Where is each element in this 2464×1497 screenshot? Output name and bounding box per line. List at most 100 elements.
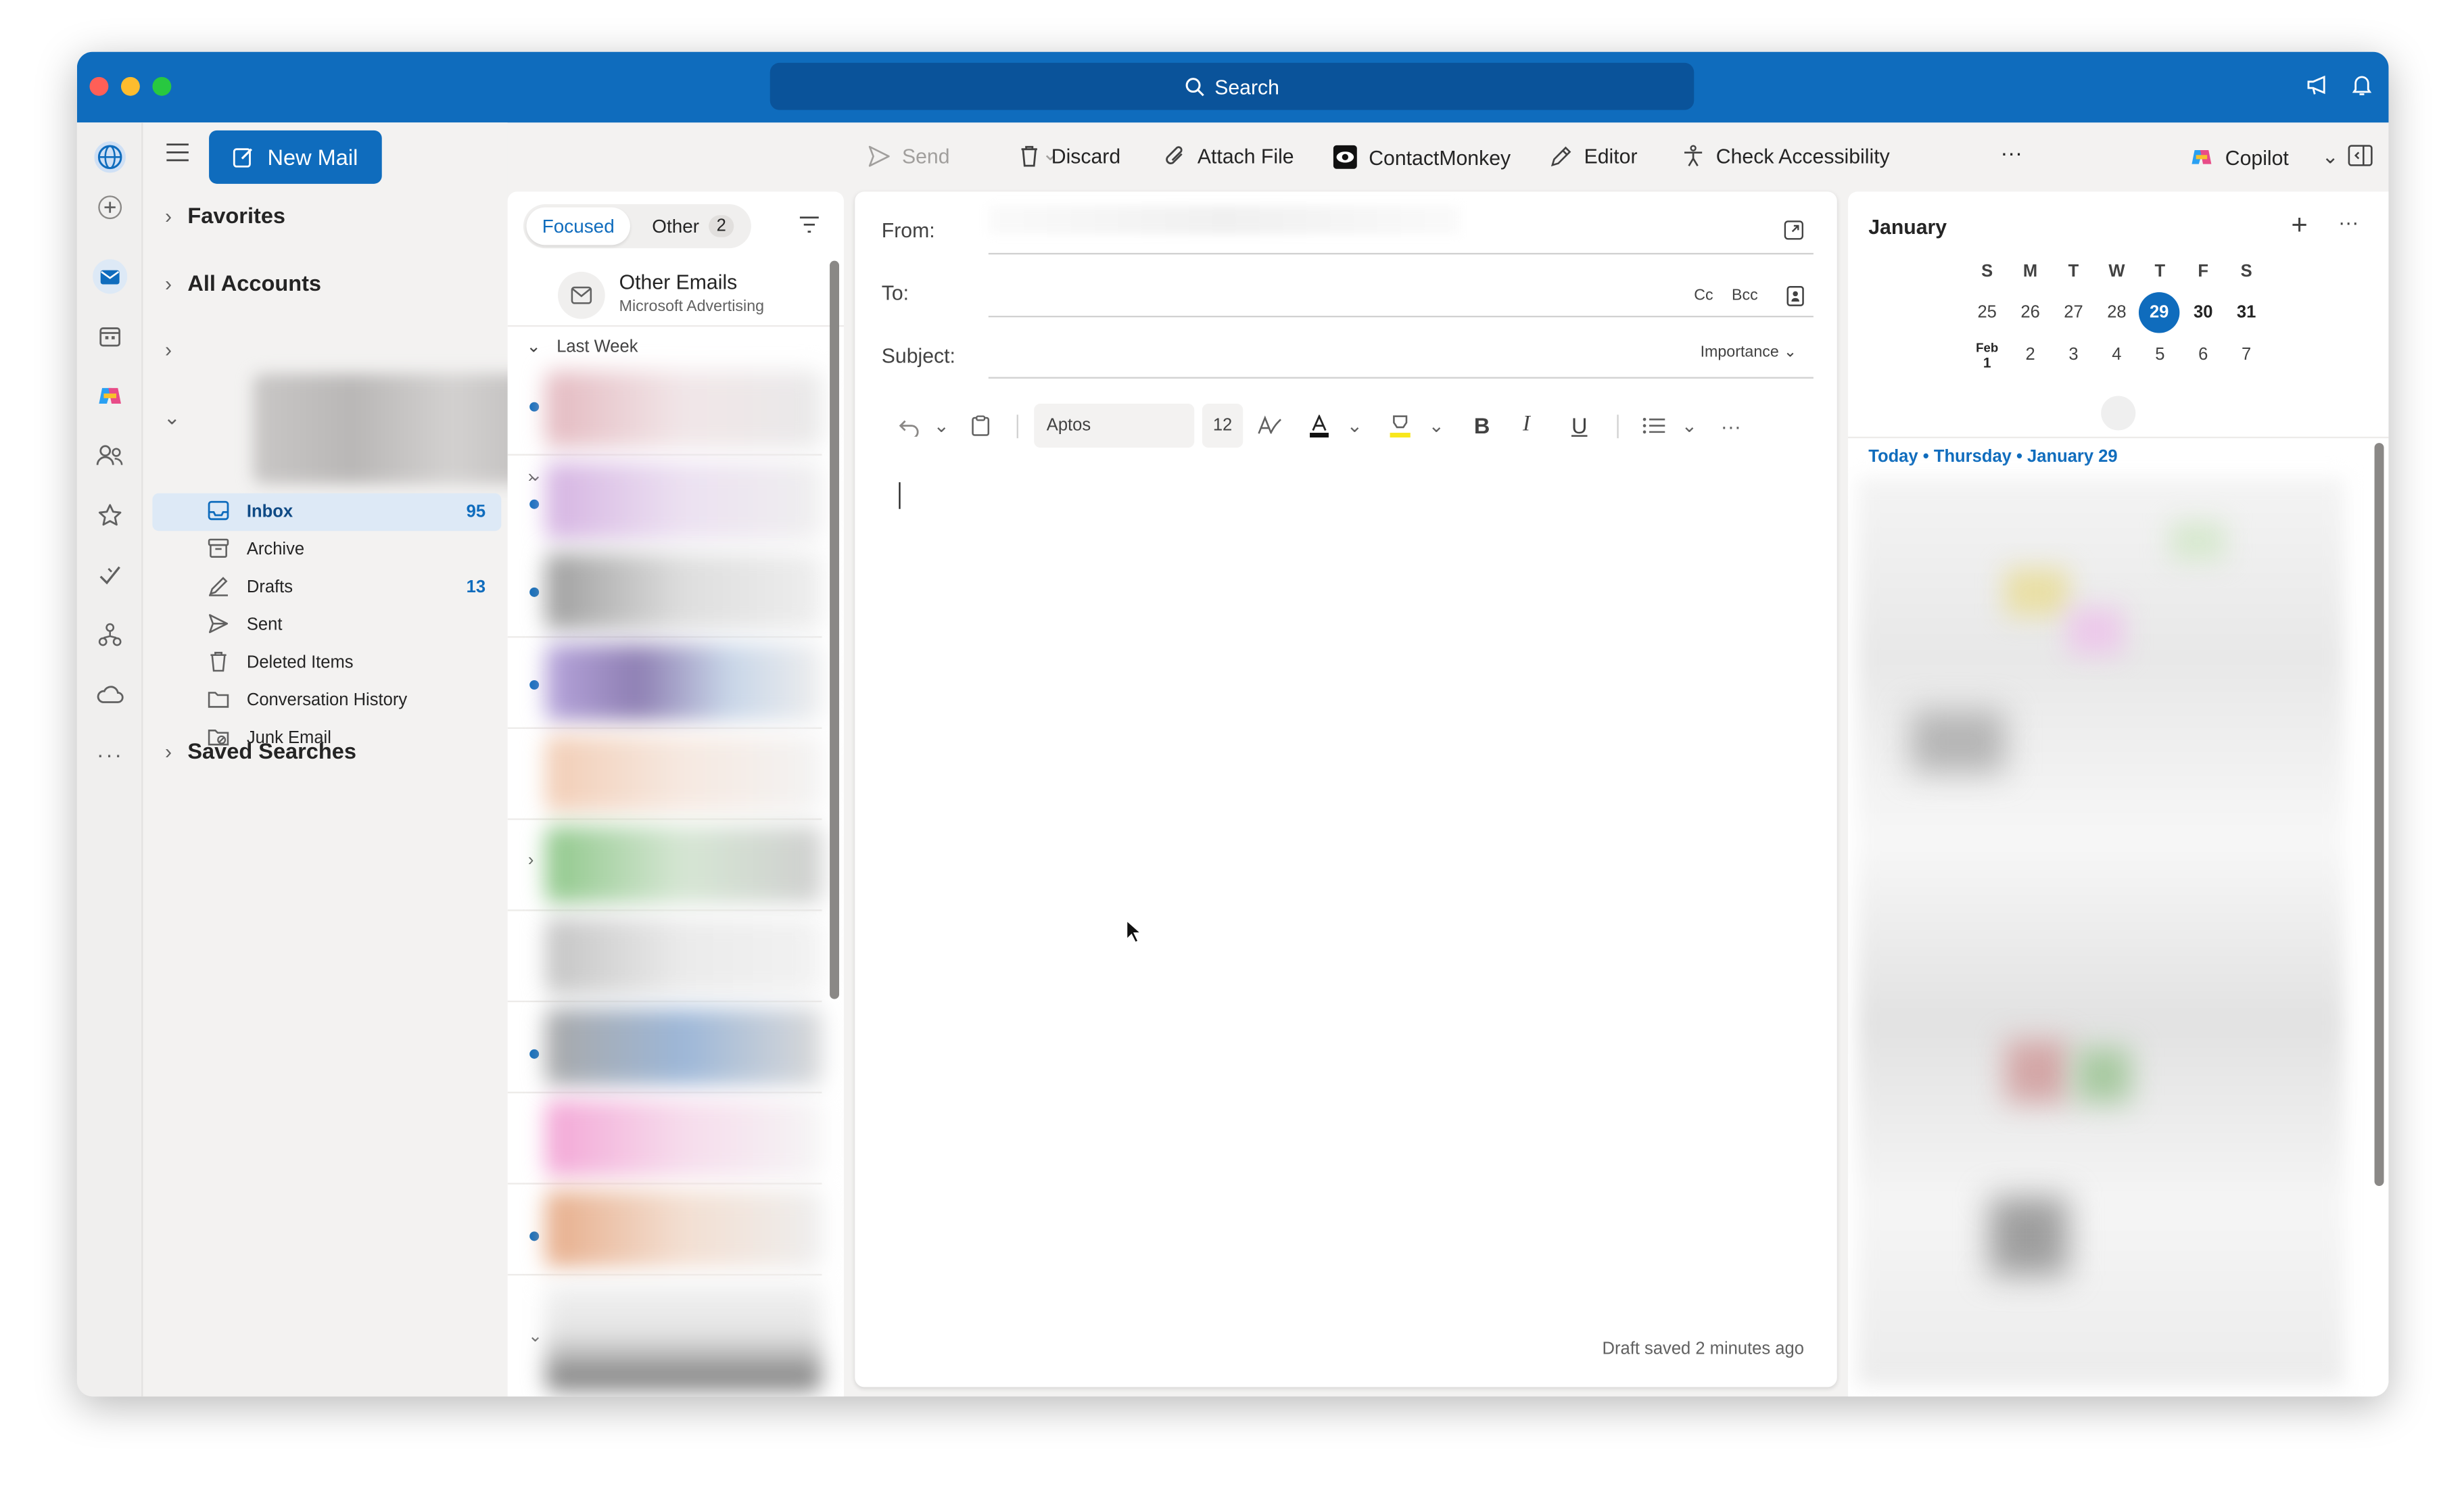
calendar-day[interactable]: 2 [2009,336,2052,374]
from-address-redacted[interactable] [988,206,1460,235]
add-account-icon[interactable] [91,189,129,227]
undo-icon[interactable] [899,404,921,448]
editor-button[interactable]: Editor [1549,145,1638,168]
new-mail-button[interactable]: New Mail [209,130,382,184]
star-icon[interactable] [91,496,129,534]
hamburger-menu-icon[interactable] [165,141,190,164]
megaphone-icon[interactable] [2305,72,2330,97]
calendar-day[interactable]: 25 [1966,293,2008,331]
bell-icon[interactable] [2349,72,2374,97]
undo-options-chevron-icon[interactable]: ⌄ [933,404,949,448]
calendar-day[interactable]: 26 [2009,293,2052,331]
calendar-day[interactable]: 31 [2225,293,2268,331]
cloud-icon[interactable] [91,675,129,713]
list-item[interactable] [507,638,822,729]
list-item[interactable] [507,911,822,1003]
tab-focused[interactable]: Focused [526,207,630,245]
more-options-button[interactable]: ··· [2000,140,2022,165]
popout-icon[interactable] [1784,220,1804,240]
folder-drafts[interactable]: Drafts 13 [152,569,501,607]
font-size-select[interactable]: 12 [1202,404,1243,448]
message-list-scrollbar[interactable] [830,260,840,999]
calendar-day[interactable]: 7 [2225,336,2268,374]
org-chart-icon[interactable] [91,616,129,654]
font-color-icon[interactable] [1309,404,1329,448]
list-item[interactable] [507,729,822,820]
favorites-group[interactable]: › Favorites [165,203,285,228]
chevron-down-icon[interactable]: ⌄ [2322,145,2339,170]
chevron-right-icon[interactable]: › [165,337,172,361]
address-book-icon[interactable] [1786,285,1804,306]
italic-icon[interactable]: I [1523,404,1530,448]
calendar-day[interactable]: 5 [2139,336,2181,374]
bold-icon[interactable]: B [1474,404,1490,448]
more-apps-icon[interactable]: ··· [91,735,129,773]
todo-icon[interactable] [91,556,129,594]
globe-icon[interactable] [91,138,129,176]
discard-button[interactable]: Discard [1018,145,1120,168]
search-bar[interactable]: Search [769,62,1695,110]
calendar-day[interactable]: 27 [2052,293,2095,331]
calendar-day[interactable]: 28 [2095,293,2138,331]
calendar-scrollbar[interactable] [2374,443,2384,1187]
list-item[interactable] [508,1275,822,1396]
attach-file-button[interactable]: Attach File [1164,145,1294,168]
list-item[interactable] [507,364,822,456]
tab-other[interactable]: Other 2 [636,208,749,245]
folder-archive[interactable]: Archive [152,531,501,569]
filter-icon[interactable] [799,215,821,234]
list-item[interactable] [507,1093,822,1185]
reading-pane-toggle-icon[interactable] [2348,145,2373,167]
font-color-chevron-icon[interactable]: ⌄ [1347,404,1363,448]
contactmonkey-button[interactable]: ContactMonkey [1333,145,1511,170]
list-item[interactable]: › [508,456,822,547]
list-item[interactable] [507,546,822,638]
bullet-list-icon[interactable] [1642,404,1666,448]
today-link[interactable]: Today [1868,448,1918,467]
calendar-day[interactable]: Feb 1 [1966,336,2008,374]
expand-calendar-handle[interactable] [2101,396,2136,431]
clipboard-icon[interactable] [971,404,990,448]
people-icon[interactable] [91,437,129,475]
list-item[interactable] [507,1002,822,1093]
underline-icon[interactable]: U [1571,404,1588,448]
calendar-more-icon[interactable]: ··· [2338,210,2359,234]
bcc-button[interactable]: Bcc [1732,287,1758,305]
close-window-button[interactable] [89,76,109,96]
importance-dropdown[interactable]: Importance ⌄ [1701,344,1797,362]
list-options-chevron-icon[interactable]: ⌄ [1682,404,1697,448]
font-name-select[interactable]: Aptos [1034,404,1195,448]
more-formatting-icon[interactable]: ··· [1721,404,1741,448]
calendar-day[interactable]: 30 [2182,293,2225,331]
calendar-icon[interactable] [91,317,129,355]
folder-sent[interactable]: Sent [152,607,501,644]
send-button[interactable]: Send [868,145,950,168]
mail-icon[interactable] [91,258,129,295]
calendar-day[interactable]: 3 [2052,336,2095,374]
list-item[interactable]: › [507,820,822,911]
subject-field[interactable] [989,336,1680,374]
message-body-editor[interactable] [882,467,1809,1315]
check-accessibility-button[interactable]: Check Accessibility [1682,145,1890,168]
other-emails-item[interactable]: Other Emails Microsoft Advertising [507,261,844,327]
all-accounts-group[interactable]: › All Accounts [165,270,321,295]
calendar-day-today[interactable]: 29 [2138,292,2180,333]
calendar-day[interactable]: 4 [2095,336,2138,374]
folder-deleted-items[interactable]: Deleted Items [152,644,501,682]
calendar-day[interactable]: 6 [2182,336,2225,374]
highlight-chevron-icon[interactable]: ⌄ [1429,404,1444,448]
zoom-window-button[interactable] [152,76,172,96]
group-header-last-week[interactable]: ⌄ Last Week [527,336,638,356]
copilot-button[interactable]: Copilot ⌄ [2189,145,2339,170]
copilot-icon[interactable] [91,377,129,415]
saved-searches-group[interactable]: › Saved Searches [165,738,356,763]
folder-conversation-history[interactable]: Conversation History [152,682,501,719]
list-item[interactable] [507,1185,822,1276]
to-field[interactable] [989,273,1680,311]
folder-inbox[interactable]: Inbox 95 [152,493,502,531]
add-event-icon[interactable]: + [2291,210,2307,239]
text-styles-icon[interactable] [1257,404,1282,448]
chevron-down-icon[interactable]: ⌄ [164,405,181,430]
highlighter-icon[interactable] [1389,404,1411,448]
minimize-window-button[interactable] [120,76,140,96]
